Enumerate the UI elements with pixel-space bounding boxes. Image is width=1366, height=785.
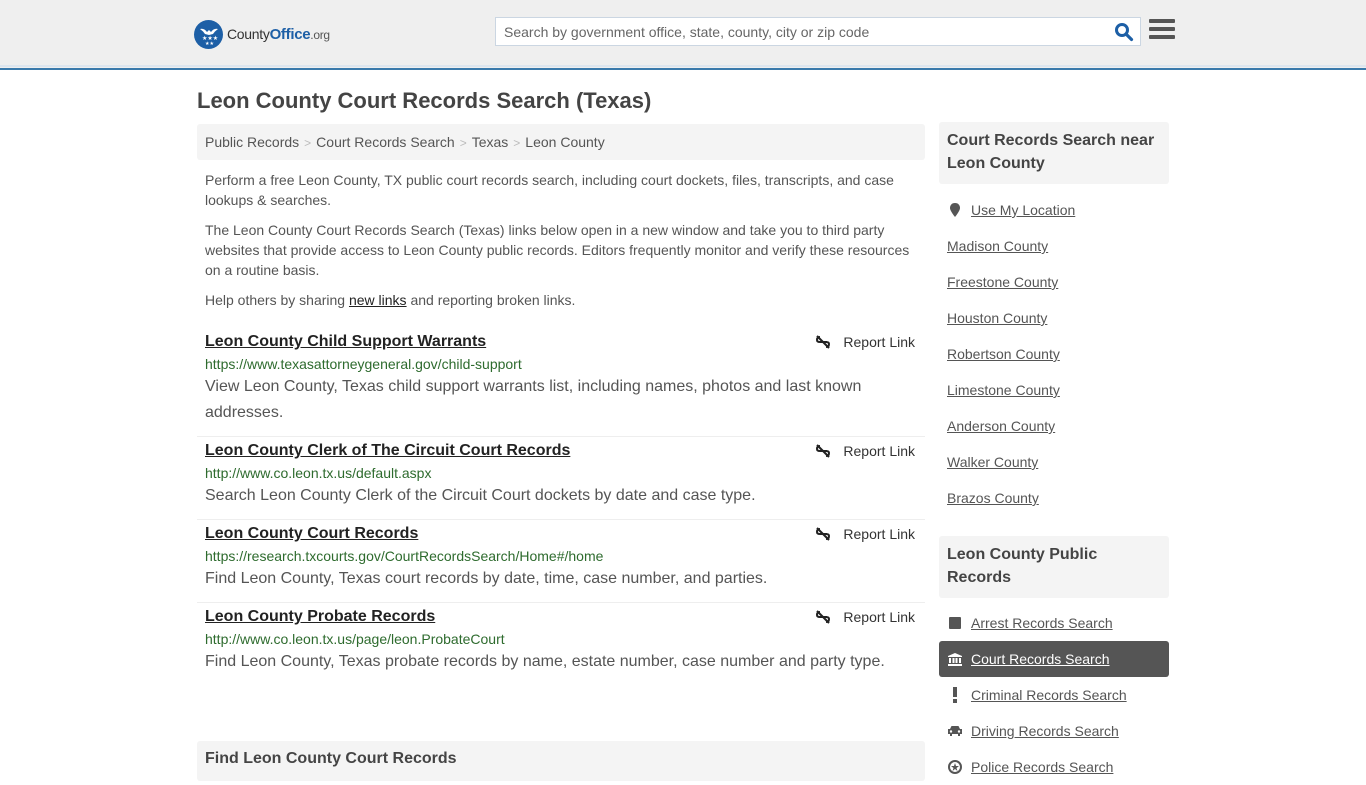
intro-paragraph-1: Perform a free Leon County, TX public co… xyxy=(205,172,894,208)
result-title-link[interactable]: Leon County Clerk of The Circuit Court R… xyxy=(205,440,570,462)
nearby-county-link[interactable]: Limestone County xyxy=(939,372,1169,408)
broken-link-icon xyxy=(816,444,831,458)
search-icon[interactable] xyxy=(1114,22,1134,42)
search-box xyxy=(495,17,1141,46)
result-title-link[interactable]: Leon County Probate Records xyxy=(205,606,435,628)
result-description: Find Leon County, Texas court records by… xyxy=(205,570,768,587)
police-records-link[interactable]: Police Records Search xyxy=(939,749,1169,785)
nearby-county-link[interactable]: Brazos County xyxy=(939,480,1169,516)
square-icon xyxy=(947,617,963,629)
results-list: Leon County Child Support Warrants Repor… xyxy=(197,328,925,685)
breadcrumb-leon-county[interactable]: Leon County xyxy=(525,134,604,150)
nearby-county-link[interactable]: Madison County xyxy=(939,228,1169,264)
result-description: Search Leon County Clerk of the Circuit … xyxy=(205,487,756,504)
result-url: http://www.co.leon.tx.us/page/leon.Proba… xyxy=(205,631,505,647)
use-my-location-link[interactable]: Use My Location xyxy=(939,192,1169,228)
report-link-button[interactable]: Report Link xyxy=(815,331,915,353)
breadcrumb-separator: > xyxy=(459,136,467,150)
driving-records-link[interactable]: Driving Records Search xyxy=(939,713,1169,749)
find-court-records-heading: Find Leon County Court Records xyxy=(197,741,925,781)
broken-link-icon xyxy=(816,527,831,541)
court-records-link[interactable]: Court Records Search xyxy=(939,641,1169,677)
courthouse-icon xyxy=(947,652,963,666)
svg-text:★★: ★★ xyxy=(205,41,214,46)
nearby-county-link[interactable]: Freestone County xyxy=(939,264,1169,300)
car-icon xyxy=(947,725,963,737)
report-link-button[interactable]: Report Link xyxy=(815,606,915,628)
result-url: https://www.texasattorneygeneral.gov/chi… xyxy=(205,356,522,372)
breadcrumb-separator: > xyxy=(513,136,521,150)
result-description: View Leon County, Texas child support wa… xyxy=(205,378,862,421)
breadcrumb-texas[interactable]: Texas xyxy=(472,134,509,150)
intro-text: Perform a free Leon County, TX public co… xyxy=(205,170,917,320)
eagle-stars-logo-icon: ★★★ ★★ xyxy=(194,20,223,49)
site-logo[interactable]: ★★★ ★★ CountyOffice.org xyxy=(194,20,330,49)
report-link-button[interactable]: Report Link xyxy=(815,440,915,462)
hamburger-menu-icon[interactable] xyxy=(1149,19,1175,43)
breadcrumb: Public Records > Court Records Search > Texa… xyxy=(197,124,925,160)
arrest-records-link[interactable]: Arrest Records Search xyxy=(939,605,1169,641)
result-item: Leon County Probate Records Report Link … xyxy=(197,603,925,685)
result-description: Find Leon County, Texas probate records … xyxy=(205,653,885,670)
breadcrumb-court-records-search[interactable]: Court Records Search xyxy=(316,134,455,150)
result-item: Leon County Clerk of The Circuit Court R… xyxy=(197,437,925,520)
site-header: ★★★ ★★ CountyOffice.org xyxy=(0,0,1366,70)
logo-wordmark: CountyOffice.org xyxy=(227,26,330,43)
public-records-list: Arrest Records Search Court Records Sear… xyxy=(939,605,1169,785)
result-title-link[interactable]: Leon County Child Support Warrants xyxy=(205,331,486,353)
broken-link-icon xyxy=(816,335,831,349)
result-url: https://research.txcourts.gov/CourtRecor… xyxy=(205,548,604,564)
result-item: Leon County Court Records Report Link ht… xyxy=(197,520,925,603)
public-records-heading: Leon County Public Records xyxy=(939,536,1169,598)
breadcrumb-public-records[interactable]: Public Records xyxy=(205,134,299,150)
search-input[interactable] xyxy=(496,18,1096,45)
breadcrumb-separator: > xyxy=(304,136,312,150)
result-url: http://www.co.leon.tx.us/default.aspx xyxy=(205,465,432,481)
nearby-heading: Court Records Search near Leon County xyxy=(939,122,1169,184)
new-links-link[interactable]: new links xyxy=(349,292,407,308)
page-title: Leon County Court Records Search (Texas) xyxy=(197,88,652,113)
nearby-county-link[interactable]: Houston County xyxy=(939,300,1169,336)
exclamation-icon xyxy=(947,687,963,703)
nearby-county-link[interactable]: Walker County xyxy=(939,444,1169,480)
nearby-county-link[interactable]: Anderson County xyxy=(939,408,1169,444)
map-pin-icon xyxy=(947,202,963,218)
result-title-link[interactable]: Leon County Court Records xyxy=(205,523,418,545)
police-badge-icon xyxy=(947,760,963,774)
nearby-county-list: Use My Location Madison County Freestone… xyxy=(939,192,1169,516)
intro-paragraph-2: The Leon County Court Records Search (Te… xyxy=(205,222,910,278)
intro-paragraph-3: Help others by sharing new links and rep… xyxy=(205,292,576,308)
report-link-button[interactable]: Report Link xyxy=(815,523,915,545)
broken-link-icon xyxy=(816,610,831,624)
criminal-records-link[interactable]: Criminal Records Search xyxy=(939,677,1169,713)
nearby-county-link[interactable]: Robertson County xyxy=(939,336,1169,372)
result-item: Leon County Child Support Warrants Repor… xyxy=(197,328,925,437)
